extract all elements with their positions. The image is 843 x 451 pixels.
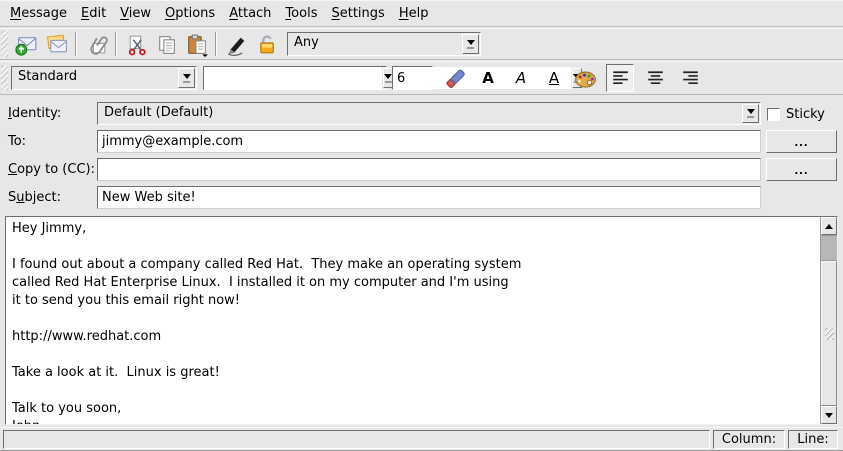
paste-button[interactable] bbox=[182, 30, 210, 58]
toolbar-separator bbox=[115, 32, 117, 56]
cc-address-picker-button[interactable]: ... bbox=[766, 158, 837, 181]
cc-label: Copy to (CC): bbox=[8, 158, 95, 181]
underline-button[interactable]: A bbox=[540, 64, 568, 92]
font-family-combo[interactable] bbox=[203, 66, 387, 90]
sticky-option: Sticky bbox=[767, 107, 825, 122]
sticky-checkbox[interactable] bbox=[767, 108, 780, 121]
identity-combo[interactable]: Default (Default) bbox=[97, 102, 761, 125]
align-left-icon bbox=[608, 66, 633, 91]
encrypt-message-button[interactable] bbox=[252, 30, 280, 58]
status-column-pane: Column: 5 bbox=[713, 430, 785, 449]
menu-message[interactable]: Message bbox=[3, 3, 74, 24]
style-combo-arrow[interactable] bbox=[178, 68, 195, 88]
chevron-down-icon bbox=[384, 74, 392, 79]
scrollbar-thumb[interactable] bbox=[821, 261, 837, 406]
align-right-button[interactable] bbox=[676, 64, 704, 92]
to-input[interactable] bbox=[97, 130, 761, 153]
text-color-palette-icon bbox=[573, 66, 598, 91]
identity-combo-arrow[interactable] bbox=[742, 104, 759, 123]
italic-icon: A bbox=[516, 69, 526, 87]
status-line-pane: Line: 12 bbox=[788, 430, 838, 449]
send-later-icon bbox=[44, 32, 69, 57]
sign-message-icon bbox=[224, 32, 249, 57]
menu-tools[interactable]: Tools bbox=[278, 3, 324, 24]
toolbar-separator bbox=[75, 32, 77, 56]
identity-label: Identity: bbox=[8, 102, 61, 125]
align-left-button[interactable] bbox=[606, 64, 634, 92]
menu-attach[interactable]: Attach bbox=[222, 3, 278, 24]
attach-file-icon bbox=[84, 32, 109, 57]
format-toolbar: Standard bbox=[0, 61, 843, 95]
cut-icon bbox=[124, 32, 149, 57]
scrollbar-grip-icon bbox=[825, 328, 834, 340]
eraser-icon bbox=[443, 66, 468, 91]
menu-help[interactable]: Help bbox=[392, 3, 436, 24]
arrow-down-icon bbox=[825, 413, 833, 418]
message-body-text[interactable]: Hey Jimmy, I found out about a company c… bbox=[6, 217, 820, 424]
menu-view[interactable]: View bbox=[113, 3, 158, 24]
text-color-button[interactable] bbox=[571, 64, 599, 92]
italic-button[interactable]: A bbox=[507, 64, 535, 92]
bold-button[interactable]: A bbox=[474, 64, 502, 92]
statusbar: Column: 5 Line: 12 bbox=[0, 427, 843, 451]
chevron-down-icon bbox=[183, 74, 191, 79]
sticky-label: Sticky bbox=[786, 107, 825, 122]
align-right-icon bbox=[678, 66, 703, 91]
menu-edit[interactable]: Edit bbox=[74, 3, 113, 24]
subject-label: Subject: bbox=[8, 186, 61, 209]
chevron-down-icon bbox=[747, 109, 755, 114]
send-mail-button[interactable] bbox=[12, 30, 40, 58]
toolbar-drag-handle[interactable] bbox=[1, 65, 8, 91]
encrypt-message-icon bbox=[254, 32, 279, 57]
sign-message-button[interactable] bbox=[222, 30, 250, 58]
message-body-editor: Hey Jimmy, I found out about a company c… bbox=[5, 216, 838, 425]
copy-button[interactable] bbox=[152, 30, 180, 58]
menu-options[interactable]: Options bbox=[158, 3, 222, 24]
chevron-down-icon bbox=[467, 40, 475, 45]
paragraph-style-value: Standard bbox=[12, 67, 177, 89]
underline-icon: A bbox=[549, 69, 559, 87]
copy-icon bbox=[154, 32, 179, 57]
align-center-button[interactable] bbox=[641, 64, 669, 92]
arrow-up-icon bbox=[825, 224, 833, 229]
toolbar-separator bbox=[215, 32, 217, 56]
paste-icon bbox=[184, 32, 209, 57]
menubar: Message Edit View Options Attach Tools S… bbox=[0, 0, 843, 27]
scrollbar-down-button[interactable] bbox=[821, 406, 837, 424]
main-toolbar: Any bbox=[0, 28, 843, 60]
paragraph-style-combo[interactable]: Standard bbox=[11, 66, 197, 90]
menu-settings[interactable]: Settings bbox=[324, 3, 391, 24]
toolbar-drag-handle[interactable] bbox=[1, 31, 8, 57]
cc-input[interactable] bbox=[97, 158, 761, 181]
mail-composer-window: Message Edit View Options Attach Tools S… bbox=[0, 0, 843, 451]
editor-vertical-scrollbar bbox=[820, 217, 837, 424]
subject-input[interactable] bbox=[97, 186, 761, 209]
attach-file-button[interactable] bbox=[82, 30, 110, 58]
to-label: To: bbox=[8, 130, 26, 153]
send-later-button[interactable] bbox=[42, 30, 70, 58]
scrollbar-up-button[interactable] bbox=[821, 217, 837, 235]
identity-combo-value: Default (Default) bbox=[98, 103, 741, 124]
send-mail-icon bbox=[14, 32, 39, 57]
eraser-button[interactable] bbox=[441, 64, 469, 92]
priority-combo-arrow[interactable] bbox=[462, 34, 479, 54]
scrollbar-track[interactable] bbox=[821, 235, 837, 261]
font-size-combo[interactable] bbox=[392, 66, 433, 90]
to-address-picker-button[interactable]: ... bbox=[766, 130, 837, 153]
font-family-input[interactable] bbox=[204, 67, 382, 89]
bold-icon: A bbox=[482, 69, 494, 87]
align-center-icon bbox=[643, 66, 668, 91]
status-message-pane bbox=[3, 430, 710, 449]
priority-combo-value: Any bbox=[288, 33, 461, 55]
priority-combo[interactable]: Any bbox=[287, 32, 481, 56]
cut-button[interactable] bbox=[122, 30, 150, 58]
